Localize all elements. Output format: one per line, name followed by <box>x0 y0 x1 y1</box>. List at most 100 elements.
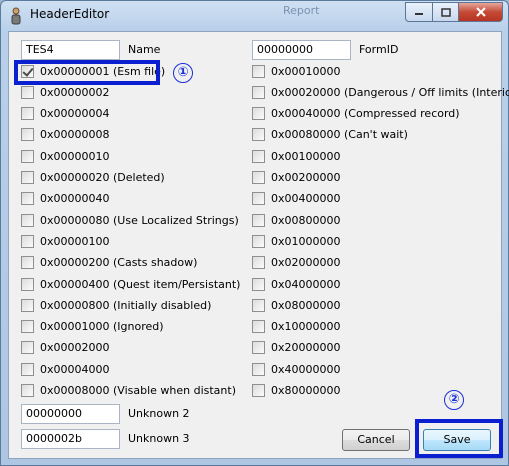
flag-label: 0x00000008 <box>40 128 110 142</box>
checkbox[interactable] <box>21 234 34 248</box>
flag-checkbox-row[interactable]: 0x00000004 <box>21 106 110 122</box>
flag-checkbox-row[interactable]: 0x10000000 <box>252 319 341 335</box>
flag-checkbox-row[interactable]: 0x00010000 <box>252 63 341 79</box>
checkbox[interactable] <box>252 64 265 78</box>
save-button-highlight <box>415 419 503 458</box>
unknown2-field[interactable]: 00000000 <box>21 404 120 424</box>
checkbox[interactable] <box>252 85 265 99</box>
checkbox[interactable] <box>252 171 265 184</box>
flag-checkbox-row[interactable]: 0x40000000 <box>252 361 341 377</box>
checkbox[interactable] <box>252 362 265 376</box>
checkbox[interactable] <box>252 256 265 270</box>
checkbox[interactable] <box>21 384 34 397</box>
close-icon <box>475 7 486 17</box>
cancel-button[interactable]: Cancel <box>342 429 410 451</box>
flag-checkbox-row[interactable]: 0x00000080 (Use Localized Strings) <box>21 212 239 228</box>
flag-checkbox-row[interactable]: 0x04000000 <box>252 276 341 292</box>
checkbox[interactable] <box>21 192 34 206</box>
checkbox[interactable] <box>252 149 265 163</box>
flag-checkbox-row[interactable]: 0x00001000 (Ignored) <box>21 319 164 335</box>
client-area: TES4 Name 00000000 FormID 0x00000001 (Es… <box>8 31 509 459</box>
flag-checkbox-row[interactable]: 0x00400000 <box>252 191 341 207</box>
flag-checkbox-row[interactable]: 0x00000800 (Initially disabled) <box>21 297 211 313</box>
checkbox[interactable] <box>252 341 265 355</box>
checkbox[interactable] <box>21 171 34 184</box>
flag-label: 0x00008000 (Visable when distant) <box>40 384 237 397</box>
signature-field[interactable]: TES4 <box>21 40 120 60</box>
flag-checkbox-row[interactable]: 0x02000000 <box>252 255 341 271</box>
flag-checkbox-row[interactable]: 0x00004000 <box>21 361 110 377</box>
flag-checkbox-row[interactable]: 0x00020000 (Dangerous / Off limits (Inte… <box>252 84 509 100</box>
minimize-icon <box>415 13 423 15</box>
esm-flag-highlight <box>14 60 160 85</box>
flag-label: 0x10000000 <box>271 320 341 334</box>
flag-checkbox-row[interactable]: 0x00000010 <box>21 148 110 164</box>
maximize-button[interactable] <box>432 2 459 22</box>
checkbox[interactable] <box>21 341 34 355</box>
header-editor-window: HeaderEditor Report TES4 Name 00000000 F… <box>0 0 509 466</box>
flag-label: 0x20000000 <box>271 341 341 355</box>
close-button[interactable] <box>458 2 503 22</box>
checkbox[interactable] <box>21 298 34 312</box>
checkbox[interactable] <box>21 107 34 121</box>
formid-field[interactable]: 00000000 <box>252 40 351 60</box>
flag-label: 0x00000400 (Quest item/Persistant) <box>40 277 241 291</box>
unknown2-label: Unknown 2 <box>128 407 190 420</box>
flag-checkbox-row[interactable]: 0x00000002 <box>21 84 110 100</box>
flag-checkbox-row[interactable]: 0x00002000 <box>21 340 110 356</box>
flag-checkbox-row[interactable]: 0x80000000 <box>252 383 341 399</box>
flag-checkbox-row[interactable]: 0x00080000 (Can't wait) <box>252 127 408 143</box>
flag-checkbox-row[interactable]: 0x00000040 <box>21 191 110 207</box>
checkbox[interactable] <box>21 256 34 270</box>
flag-checkbox-row[interactable]: 0x00100000 <box>252 148 341 164</box>
flag-label: 0x80000000 <box>271 384 341 397</box>
flag-checkbox-row[interactable]: 0x08000000 <box>252 297 341 313</box>
checkbox[interactable] <box>252 213 265 227</box>
unknown3-field[interactable]: 0000002b <box>21 429 120 449</box>
checkbox[interactable] <box>252 298 265 312</box>
flag-label: 0x00100000 <box>271 149 341 163</box>
flag-checkbox-row[interactable]: 0x20000000 <box>252 340 341 356</box>
flag-label: 0x04000000 <box>271 277 341 291</box>
flag-checkbox-row[interactable]: 0x00000400 (Quest item/Persistant) <box>21 276 240 292</box>
flag-label: 0x00800000 <box>271 213 341 227</box>
signature-label: Name <box>128 43 161 56</box>
maximize-icon <box>440 7 451 17</box>
flag-checkbox-row[interactable]: 0x00000020 (Deleted) <box>21 170 165 186</box>
flag-checkbox-row[interactable]: 0x00800000 <box>252 212 341 228</box>
checkbox[interactable] <box>252 277 265 291</box>
minimize-button[interactable] <box>405 2 433 22</box>
flag-label: 0x00000800 (Initially disabled) <box>40 298 212 312</box>
flag-label: 0x00010000 <box>271 64 341 78</box>
app-icon <box>11 7 21 25</box>
flag-label: 0x00000002 <box>40 85 110 99</box>
checkbox[interactable] <box>21 277 34 291</box>
flag-checkbox-row[interactable]: 0x00008000 (Visable when distant) <box>21 383 236 399</box>
flag-label: 0x00000080 (Use Localized Strings) <box>40 213 239 227</box>
annotation-marker-2: ② <box>444 390 464 410</box>
flag-label: 0x01000000 <box>271 234 341 248</box>
flag-label: 0x00400000 <box>271 192 341 206</box>
flag-label: 0x00000200 (Casts shadow) <box>40 256 198 270</box>
flag-checkbox-row[interactable]: 0x00040000 (Compressed record) <box>252 106 460 122</box>
checkbox[interactable] <box>21 149 34 163</box>
checkbox[interactable] <box>21 213 34 227</box>
checkbox[interactable] <box>252 128 265 142</box>
flag-checkbox-row[interactable]: 0x00000008 <box>21 127 110 143</box>
flag-checkbox-row[interactable]: 0x00000200 (Casts shadow) <box>21 255 197 271</box>
checkbox[interactable] <box>252 234 265 248</box>
flag-label: 0x08000000 <box>271 298 341 312</box>
title-bar[interactable]: HeaderEditor Report <box>1 1 508 31</box>
checkbox[interactable] <box>21 85 34 99</box>
checkbox[interactable] <box>21 362 34 376</box>
checkbox[interactable] <box>252 384 265 397</box>
checkbox[interactable] <box>21 320 34 334</box>
checkbox[interactable] <box>252 192 265 206</box>
checkbox[interactable] <box>252 320 265 334</box>
flag-checkbox-row[interactable]: 0x00000100 <box>21 233 110 249</box>
flag-checkbox-row[interactable]: 0x01000000 <box>252 233 341 249</box>
checkbox[interactable] <box>252 107 265 121</box>
checkbox[interactable] <box>21 128 34 142</box>
flag-checkbox-row[interactable]: 0x00200000 <box>252 170 341 186</box>
flag-label: 0x00200000 <box>271 171 341 184</box>
